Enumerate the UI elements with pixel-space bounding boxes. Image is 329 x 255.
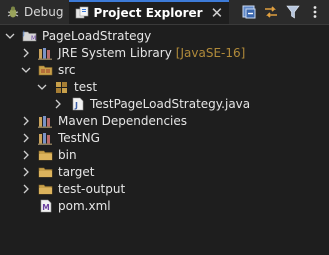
tree-item-label: bin (58, 147, 77, 162)
svg-text:J: J (74, 101, 78, 110)
chevron-right-icon[interactable] (20, 115, 32, 127)
tree-item-bin[interactable]: bin (0, 146, 329, 163)
maven-project-icon: J M (22, 29, 38, 43)
tree-item-java-file[interactable]: J TestPageLoadStrategy.java (0, 95, 329, 112)
chevron-down-icon[interactable] (36, 81, 48, 93)
tree-item-maven-dependencies[interactable]: Maven Dependencies (0, 112, 329, 129)
tree-item-label: src (58, 62, 76, 77)
tree-item-test-output[interactable]: test-output (0, 180, 329, 197)
project-explorer-icon (75, 6, 89, 20)
view-tab-bar: Debug Project Explorer ✕ (0, 0, 329, 25)
tree-item-package-test[interactable]: test (0, 78, 329, 95)
tab-project-explorer[interactable]: Project Explorer ✕ (69, 0, 230, 24)
link-with-editor-icon[interactable] (263, 4, 279, 20)
jre-version-label: [JavaSE-16] (175, 45, 246, 60)
tab-debug[interactable]: Debug (0, 0, 69, 24)
library-icon (38, 46, 54, 60)
tree-item-label: PageLoadStrategy (42, 28, 152, 43)
source-folder-icon (38, 63, 54, 77)
tree-item-src[interactable]: src (0, 61, 329, 78)
view-toolbar (241, 0, 329, 24)
tree-item-pom[interactable]: M pom.xml (0, 197, 329, 214)
folder-icon (38, 165, 54, 179)
tree-item-label: Maven Dependencies (58, 113, 188, 128)
tree-item-project[interactable]: J M PageLoadStrategy (0, 27, 329, 44)
folder-icon (38, 148, 54, 162)
library-icon (38, 114, 54, 128)
library-icon (38, 131, 54, 145)
svg-text:J: J (22, 30, 25, 37)
tab-label: Debug (24, 5, 64, 19)
filter-icon[interactable] (285, 4, 301, 20)
tree-item-label: test-output (58, 181, 126, 196)
tree-item-label: TestPageLoadStrategy.java (90, 96, 251, 111)
chevron-right-icon[interactable] (20, 166, 32, 178)
bug-icon (6, 5, 20, 19)
tree-item-testng[interactable]: TestNG (0, 129, 329, 146)
close-icon[interactable]: ✕ (211, 4, 224, 22)
tree-item-label: TestNG (58, 130, 100, 145)
chevron-down-icon[interactable] (4, 30, 16, 42)
project-tree: J M PageLoadStrategy JRE System Library … (0, 25, 329, 255)
tree-item-label: pom.xml (58, 198, 111, 213)
chevron-right-icon[interactable] (52, 98, 64, 110)
package-icon (54, 80, 70, 94)
tab-label: Project Explorer (93, 6, 203, 20)
maven-pom-icon: M (38, 199, 54, 213)
chevron-right-icon[interactable] (20, 47, 32, 59)
tree-item-label: JRE System Library (58, 45, 172, 60)
chevron-right-icon[interactable] (20, 132, 32, 144)
chevron-right-icon[interactable] (20, 183, 32, 195)
collapse-all-icon[interactable] (241, 4, 257, 20)
svg-text:M: M (42, 203, 49, 212)
chevron-down-icon[interactable] (20, 64, 32, 76)
view-menu-icon[interactable] (307, 4, 323, 20)
chevron-right-icon[interactable] (20, 149, 32, 161)
tree-item-label: test (74, 79, 98, 94)
folder-icon (38, 182, 54, 196)
tree-item-jre-library[interactable]: JRE System Library [JavaSE-16] (0, 44, 329, 61)
tree-item-label: target (58, 164, 95, 179)
svg-text:M: M (31, 35, 36, 42)
java-file-icon: J (70, 97, 86, 111)
tree-item-target[interactable]: target (0, 163, 329, 180)
